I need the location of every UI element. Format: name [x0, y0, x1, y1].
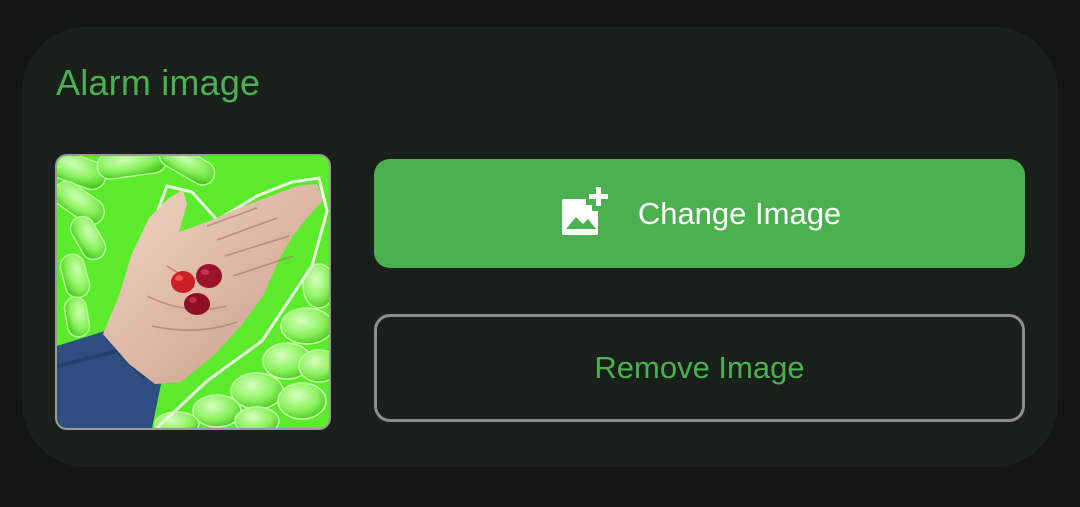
alarm-image-thumbnail[interactable]	[55, 154, 331, 430]
add-photo-icon	[558, 186, 610, 239]
remove-image-label: Remove Image	[594, 350, 805, 385]
hand-with-gummies-image	[57, 156, 329, 428]
change-image-button[interactable]: Change Image	[374, 159, 1025, 268]
alarm-image-card: Alarm image Change Image Remove Image	[22, 27, 1058, 467]
remove-image-button[interactable]: Remove Image	[374, 314, 1025, 422]
section-title: Alarm image	[56, 62, 261, 103]
change-image-label: Change Image	[637, 195, 842, 231]
